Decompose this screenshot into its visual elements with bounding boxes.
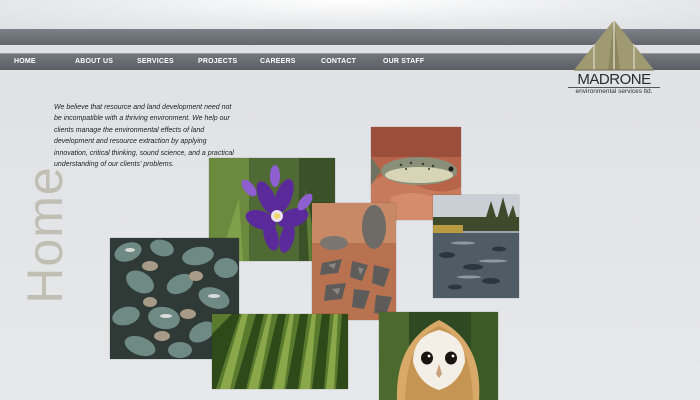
vineyard-image: [212, 314, 348, 389]
logo-tagline: environmental services ltd.: [568, 87, 660, 96]
photo-barn-owl[interactable]: [379, 312, 498, 400]
nav-home[interactable]: HOME: [14, 53, 36, 70]
nav-services[interactable]: SERVICES: [137, 53, 174, 70]
nav-projects[interactable]: PROJECTS: [198, 53, 237, 70]
photo-stone-tools[interactable]: [312, 203, 396, 320]
nav-contact[interactable]: CONTACT: [321, 53, 356, 70]
barn-owl-image: [379, 312, 498, 400]
nav-about-us[interactable]: ABOUT US: [75, 53, 113, 70]
nav-careers[interactable]: CAREERS: [260, 53, 296, 70]
nav-our-staff[interactable]: OUR STAFF: [383, 53, 424, 70]
page-title: Home: [17, 166, 73, 304]
photo-forest-river[interactable]: [433, 195, 519, 298]
forest-river-image: [433, 195, 519, 298]
madrone-logo[interactable]: MADRONE environmental services ltd.: [566, 18, 662, 98]
photo-vineyard-rows[interactable]: [212, 314, 348, 389]
triangle-logo-icon: [574, 20, 654, 71]
stone-tools-image: [312, 203, 396, 320]
logo-wordmark: MADRONE: [577, 71, 651, 88]
